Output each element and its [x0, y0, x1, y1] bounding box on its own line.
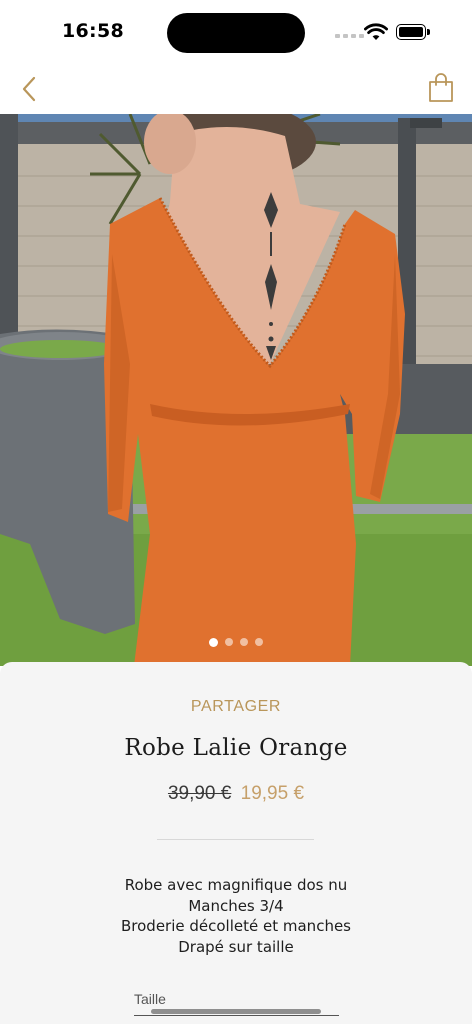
product-image-carousel[interactable]	[0, 114, 472, 666]
chevron-left-icon	[22, 76, 36, 102]
size-select-label[interactable]: Taille	[134, 991, 166, 1007]
battery-icon	[396, 24, 430, 40]
carousel-dot[interactable]	[255, 638, 263, 646]
carousel-pagination[interactable]	[0, 637, 472, 647]
description-line: Drapé sur taille	[178, 937, 294, 956]
product-details-sheet: PARTAGER Robe Lalie Orange 39,90 € 19,95…	[0, 662, 472, 1024]
product-description: Robe avec magnifique dos nu Manches 3/4 …	[0, 875, 472, 957]
status-time: 16:58	[62, 20, 124, 42]
signal-icon	[335, 34, 364, 38]
back-button[interactable]	[14, 74, 44, 104]
carousel-dot[interactable]	[240, 638, 248, 646]
old-price: 39,90 €	[167, 783, 232, 804]
price-row: 39,90 € 19,95 €	[0, 783, 472, 805]
product-photo	[0, 114, 472, 666]
description-line: Manches 3/4	[188, 896, 284, 915]
divider	[157, 839, 314, 840]
size-select-field[interactable]	[134, 1015, 339, 1016]
carousel-dot-active[interactable]	[209, 637, 218, 647]
wifi-icon	[364, 23, 388, 40]
description-line: Robe avec magnifique dos nu	[124, 876, 348, 894]
description-line: Broderie décolleté et manches	[121, 917, 351, 935]
nav-bar	[0, 64, 472, 114]
status-bar: 16:58	[0, 0, 472, 64]
home-indicator[interactable]	[151, 1009, 321, 1014]
product-title: Robe Lalie Orange	[124, 735, 348, 761]
shopping-bag-icon	[429, 73, 453, 102]
share-link[interactable]: PARTAGER	[0, 698, 472, 716]
sale-price: 19,95 €	[240, 783, 305, 804]
dynamic-island	[167, 13, 305, 53]
carousel-dot[interactable]	[225, 638, 233, 646]
cart-button[interactable]	[426, 72, 456, 104]
